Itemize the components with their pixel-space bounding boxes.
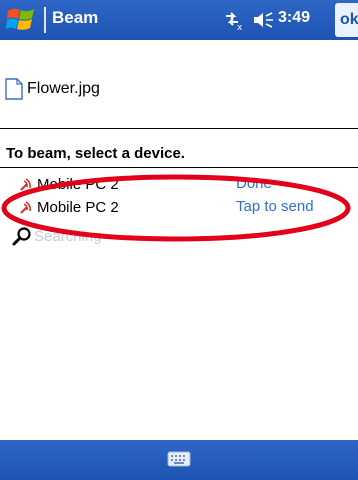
app-title: Beam — [52, 8, 99, 27]
file-name: Flower.jpg — [27, 80, 100, 97]
title-separator — [44, 7, 46, 33]
device-status[interactable]: Tap to send — [236, 198, 314, 215]
searching-indicator: Searching — [12, 225, 102, 247]
connectivity-icon[interactable]: x — [220, 10, 244, 30]
document-icon — [5, 78, 23, 100]
svg-text:x: x — [237, 23, 243, 30]
searching-label: Searching — [34, 227, 102, 245]
clock[interactable]: 3:49 — [278, 9, 310, 27]
device-status: Done — [236, 175, 272, 192]
keyboard-icon[interactable] — [167, 450, 191, 468]
instruction-label: To beam, select a device. — [6, 145, 185, 162]
device-name: Mobile PC 2 — [37, 198, 119, 216]
title-bar: Beam x 3:49 ok — [0, 0, 358, 40]
infrared-icon — [20, 201, 31, 214]
ok-button[interactable]: ok — [335, 3, 358, 37]
magnifier-icon — [12, 227, 31, 246]
device-row[interactable]: Mobile PC 2 — [18, 173, 119, 195]
divider — [0, 167, 358, 168]
infrared-icon — [20, 178, 31, 191]
windows-flag-icon[interactable] — [6, 5, 38, 35]
device-row[interactable]: Mobile PC 2 — [18, 196, 119, 218]
file-item: Flower.jpg — [5, 77, 100, 101]
divider — [0, 128, 358, 129]
device-name: Mobile PC 2 — [37, 175, 119, 193]
bottom-bar — [0, 440, 358, 480]
speaker-icon[interactable] — [252, 10, 274, 30]
